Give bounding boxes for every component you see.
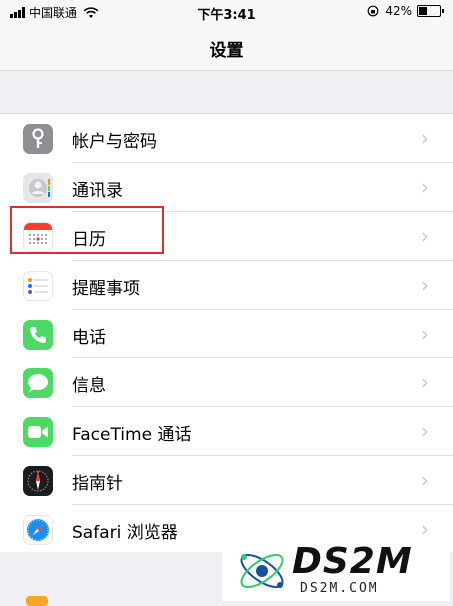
chevron-right-icon: › [421, 223, 429, 248]
contacts-icon [23, 172, 53, 203]
settings-list: 帐户与密码 › 通讯录 › 日历 › 提醒事项 › 电话 › 信息 › Face… [0, 113, 453, 555]
row-label: 通讯录 [72, 180, 123, 201]
chevron-right-icon: › [421, 321, 429, 346]
settings-row-accounts-passwords[interactable]: 帐户与密码 › [0, 114, 453, 163]
next-row-icon [26, 596, 48, 606]
settings-row-phone[interactable]: 电话 › [0, 310, 453, 359]
key-icon [23, 124, 53, 154]
status-right: 42% [367, 4, 444, 18]
row-label: 提醒事项 [72, 278, 140, 299]
chevron-right-icon: › [421, 370, 429, 395]
page-title: 设置 [209, 41, 244, 61]
calendar-highlight-box [10, 206, 164, 254]
rotation-lock-icon [367, 5, 379, 17]
chevron-right-icon: › [421, 468, 429, 493]
row-label: 指南针 [72, 474, 123, 495]
watermark-title: DS2M [292, 541, 413, 582]
settings-row-contacts[interactable]: 通讯录 › [0, 163, 453, 212]
compass-icon [23, 466, 53, 497]
row-label: 帐户与密码 [72, 132, 157, 152]
watermark: DS2M DS2M.COM [222, 535, 450, 601]
nav-bar: 设置 [0, 24, 453, 71]
row-label: 电话 [72, 327, 106, 348]
row-label: FaceTime 通话 [72, 425, 192, 446]
phone-icon [23, 319, 53, 350]
battery-cap [442, 9, 444, 13]
settings-row-messages[interactable]: 信息 › [0, 358, 453, 408]
settings-row-facetime[interactable]: FaceTime 通话 › [0, 407, 453, 457]
reminders-icon [23, 270, 53, 301]
facetime-icon [23, 417, 53, 448]
messages-icon [23, 368, 53, 399]
row-label: Safari 浏览器 [72, 523, 178, 544]
row-label: 信息 [72, 376, 106, 397]
safari-icon [23, 515, 53, 546]
watermark-url: DS2M.COM [300, 581, 379, 596]
chevron-right-icon: › [421, 419, 429, 444]
chevron-right-icon: › [421, 126, 429, 150]
battery-fill [419, 7, 427, 15]
battery-icon [417, 5, 444, 17]
status-bar: 中国联通 下午3:41 42% [0, 0, 453, 24]
chevron-right-icon: › [421, 174, 429, 199]
settings-row-compass[interactable]: 指南针 › [0, 456, 453, 506]
battery-percent: 42% [385, 4, 412, 18]
settings-row-reminders[interactable]: 提醒事项 › [0, 261, 453, 310]
chevron-right-icon: › [421, 272, 429, 297]
watermark-logo-icon [240, 553, 284, 589]
